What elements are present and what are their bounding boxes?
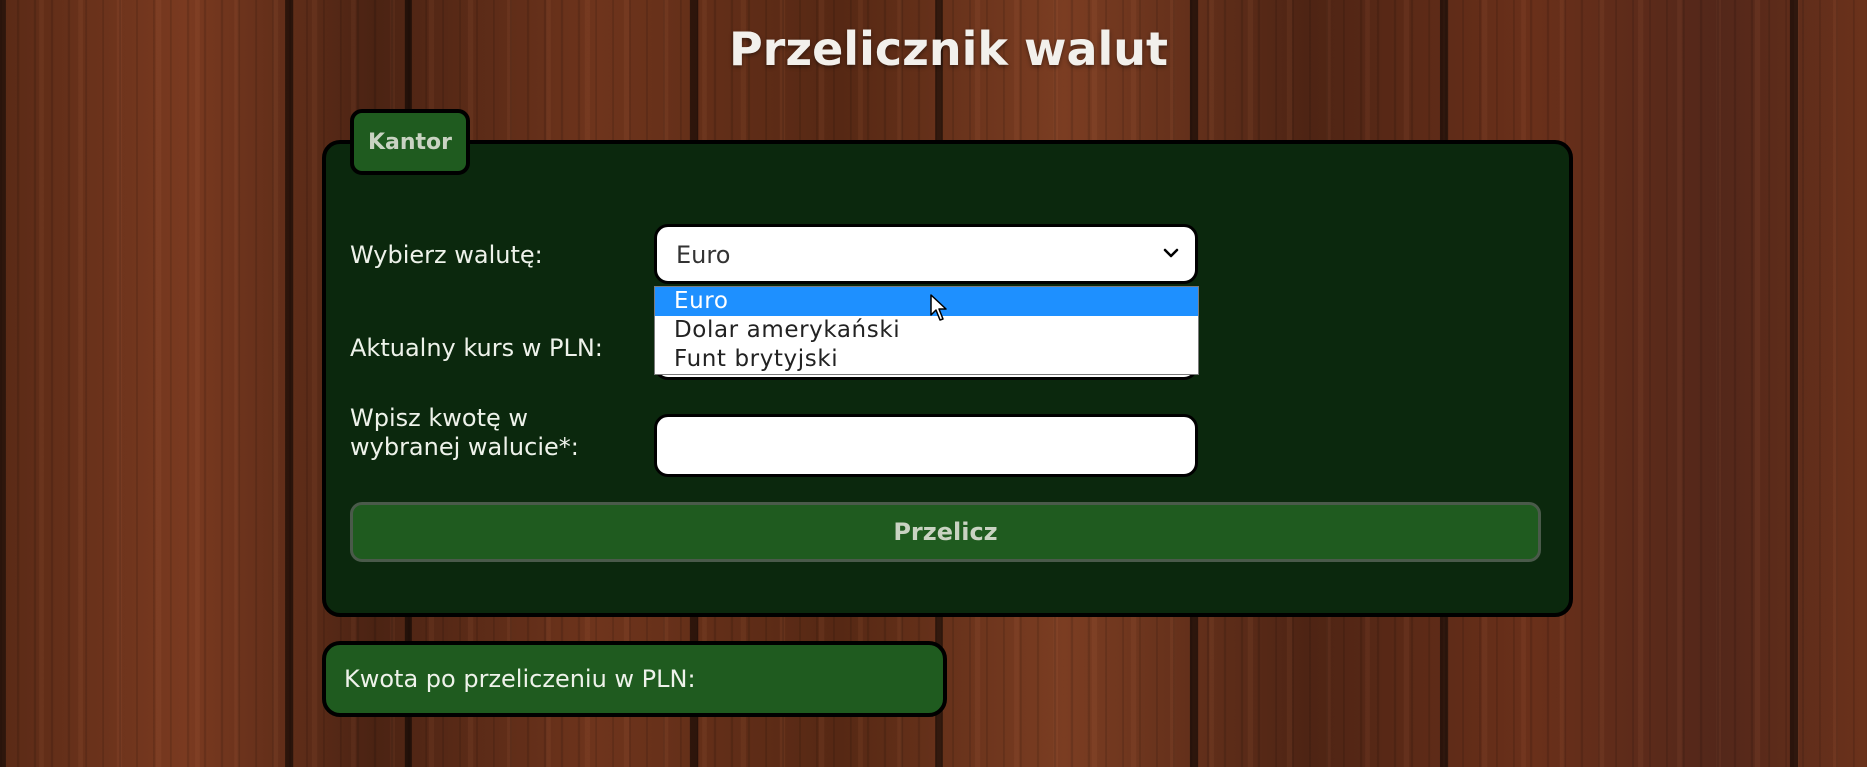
amount-label-line1: Wpisz kwotę w (350, 404, 529, 432)
convert-button[interactable]: Przelicz (350, 502, 1541, 562)
currency-dropdown-list: Euro Dolar amerykański Funt brytyjski (654, 286, 1199, 375)
amount-label-line2: wybranej walucie*: (350, 433, 579, 461)
currency-option[interactable]: Dolar amerykański (655, 316, 1198, 345)
amount-label: Wpisz kwotę w wybranej walucie*: (350, 404, 579, 462)
amount-input[interactable] (654, 414, 1198, 477)
currency-option[interactable]: Funt brytyjski (655, 345, 1198, 374)
rate-label: Aktualny kurs w PLN: (350, 334, 603, 362)
currency-select-value: Euro (676, 241, 731, 269)
chevron-down-icon (1163, 248, 1179, 258)
currency-select[interactable]: Euro (654, 224, 1198, 284)
currency-label: Wybierz walutę: (350, 241, 543, 269)
mouse-pointer-icon (930, 294, 947, 321)
page-title: Przelicznik walut (728, 22, 1169, 76)
currency-option[interactable]: Euro (655, 287, 1198, 316)
result-label: Kwota po przeliczeniu w PLN: (344, 665, 696, 693)
result-box: Kwota po przeliczeniu w PLN: (322, 641, 947, 717)
tab-kantor[interactable]: Kantor (350, 109, 470, 175)
